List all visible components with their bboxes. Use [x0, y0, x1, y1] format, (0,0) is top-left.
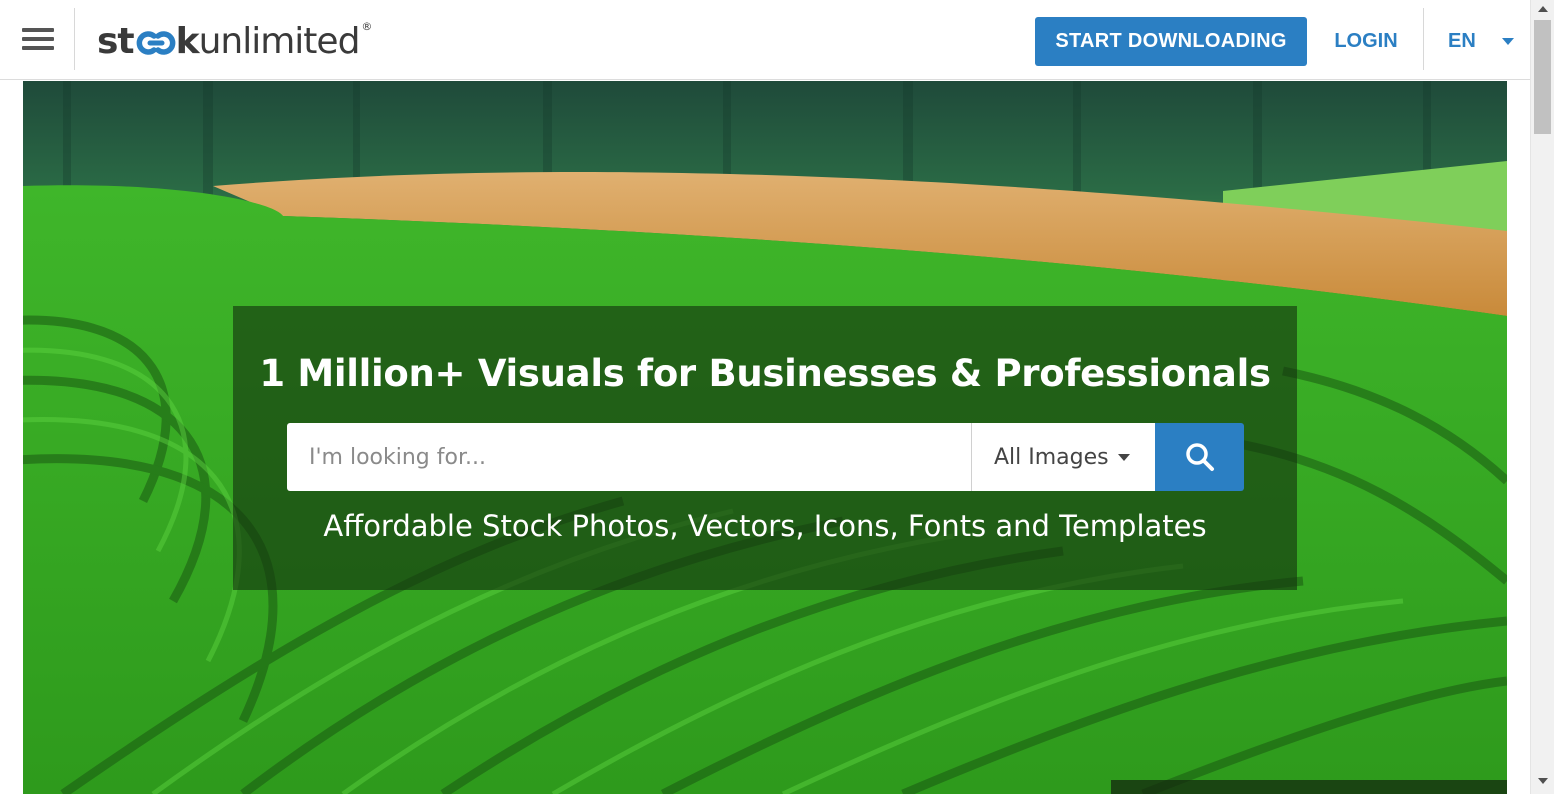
search-button[interactable] — [1155, 423, 1244, 491]
language-selector[interactable]: EN — [1436, 17, 1516, 66]
image-category-selected: All Images — [994, 444, 1109, 470]
search-bar: All Images — [287, 423, 1244, 491]
login-button[interactable]: LOGIN — [1322, 17, 1410, 66]
page-scrollbar[interactable] — [1530, 0, 1554, 794]
page: st k unlimited ® START DOWNLOADING LOGIN… — [0, 0, 1554, 794]
hero-search-panel: 1 Million+ Visuals for Businesses & Prof… — [233, 306, 1297, 590]
logo-text-st: st — [97, 21, 135, 62]
hero-subtitle: Affordable Stock Photos, Vectors, Icons,… — [323, 509, 1207, 543]
logo-text-k: k — [175, 21, 200, 62]
hero-banner: 1 Million+ Visuals for Businesses & Prof… — [23, 81, 1507, 794]
logo-text-unlimited: unlimited — [198, 21, 361, 62]
search-input[interactable] — [287, 423, 971, 491]
scroll-down-arrow-icon[interactable] — [1538, 778, 1548, 784]
image-category-select[interactable]: All Images — [971, 423, 1155, 491]
scroll-up-arrow-icon[interactable] — [1538, 6, 1548, 12]
logo-registered-mark: ® — [361, 20, 373, 33]
hero-title: 1 Million+ Visuals for Businesses & Prof… — [259, 352, 1271, 395]
hero-overlay-box — [1111, 780, 1507, 794]
search-icon — [1185, 443, 1214, 471]
start-downloading-button[interactable]: START DOWNLOADING — [1035, 17, 1307, 66]
logo-link-icon — [135, 22, 175, 62]
scrollbar-thumb[interactable] — [1534, 20, 1551, 134]
header-divider-left — [74, 8, 75, 70]
chevron-down-icon — [1501, 38, 1514, 45]
header-divider-right — [1423, 8, 1424, 70]
chevron-down-icon — [1117, 453, 1130, 461]
hamburger-menu-icon[interactable] — [22, 28, 54, 50]
language-label: EN — [1448, 30, 1476, 52]
site-header: st k unlimited ® START DOWNLOADING LOGIN… — [0, 0, 1530, 80]
stockunlimited-logo[interactable]: st k unlimited ® — [97, 18, 372, 62]
